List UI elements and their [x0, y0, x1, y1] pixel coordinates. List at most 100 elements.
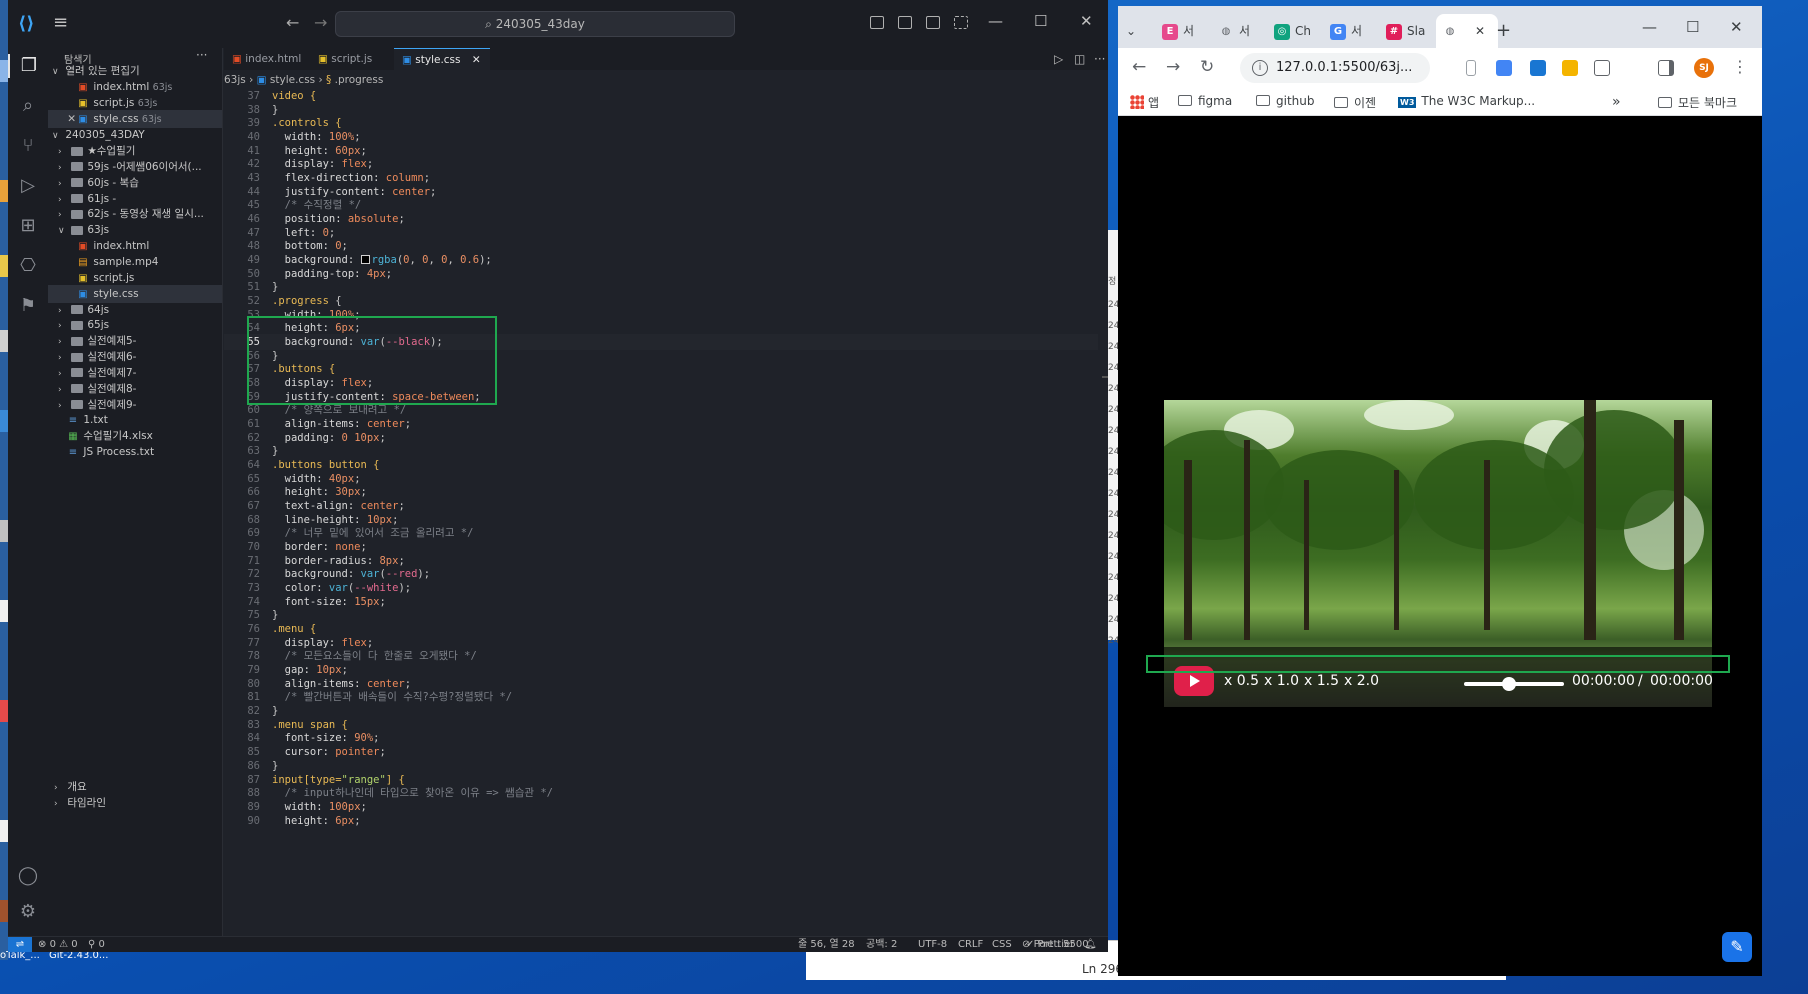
tab-index-html[interactable]: ▣ index.html [224, 48, 310, 70]
account-icon[interactable]: ◯ [16, 864, 40, 888]
settings-gear-icon[interactable]: ⚙ [16, 900, 40, 924]
desktop-icon[interactable] [0, 900, 8, 922]
timeline-section[interactable]: › 타임라인 [48, 794, 222, 812]
desktop-icon[interactable] [0, 520, 8, 542]
desktop-icon[interactable] [0, 600, 8, 622]
new-tab-icon[interactable]: + [1496, 14, 1516, 48]
toggle-panel-icon[interactable] [898, 16, 912, 29]
bookmark-figma[interactable]: figma [1178, 94, 1232, 108]
puzzle-extensions-icon[interactable] [1594, 60, 1610, 76]
reload-icon[interactable]: ↻ [1200, 57, 1214, 77]
more-actions-icon[interactable]: ··· [1094, 52, 1105, 66]
profile-avatar[interactable]: SJ [1694, 58, 1714, 78]
code-token: height: [272, 814, 336, 827]
code-token: --red [385, 568, 418, 581]
desktop-icon[interactable] [0, 60, 8, 82]
language-mode[interactable]: CSS [992, 937, 1012, 952]
toggle-secondary-sidebar-icon[interactable] [926, 16, 940, 29]
remote-indicator-icon[interactable]: ⇌ [8, 937, 32, 952]
end-of-line[interactable]: CRLF [958, 937, 983, 952]
minimize-icon[interactable]: — [988, 12, 1003, 30]
explorer-icon[interactable]: ❐ [8, 54, 48, 78]
bookmark-github[interactable]: github [1256, 94, 1314, 108]
browser-tab[interactable]: # Sla [1380, 14, 1432, 48]
close-icon[interactable]: ✕ [1080, 12, 1093, 30]
editor-scrollbar[interactable] [1098, 88, 1108, 928]
notifications-icon[interactable]: 🔔︎ [1084, 937, 1097, 952]
more-bookmarks-icon[interactable]: » [1612, 94, 1621, 110]
close-tab-icon[interactable]: ✕ [1475, 24, 1485, 38]
remote-explorer-icon[interactable]: ⎔ [16, 254, 40, 278]
tab-label: index.html [245, 53, 302, 65]
close-icon[interactable]: ✕ [1730, 18, 1743, 36]
site-info-icon[interactable]: i [1252, 60, 1268, 76]
bookmark-w3c[interactable]: W3 The W3C Markup... [1398, 94, 1535, 108]
speed-2-0-button[interactable]: x 2.0 [1344, 673, 1379, 689]
encoding[interactable]: UTF-8 [918, 937, 947, 952]
breadcrumb-item[interactable]: 63js [224, 74, 246, 86]
file-item[interactable]: ≡ JS Process.txt [48, 443, 222, 461]
browser-tab[interactable]: ◍ ✕ [1436, 14, 1498, 48]
cursor-position[interactable]: 줄 56, 열 28 [798, 937, 855, 952]
browser-tab[interactable]: ◎ Ch [1268, 14, 1320, 48]
code-line[interactable]: 90 height: 6px; [224, 813, 360, 829]
code-token: rgba [371, 254, 397, 267]
forward-arrow-icon[interactable]: → [1166, 57, 1180, 77]
edit-pen-icon[interactable]: ✎ [1722, 932, 1752, 962]
maximize-icon[interactable]: ☐ [1034, 12, 1047, 30]
tab-search-icon[interactable]: ⌄ [1126, 14, 1148, 48]
search-icon[interactable]: ⌕ [16, 94, 40, 118]
js-file-icon: ▣ [318, 53, 328, 65]
ports-indicator[interactable]: ⚲ 0 [88, 937, 105, 952]
desktop-icon[interactable] [0, 180, 8, 202]
more-actions-icon[interactable]: ··· [196, 48, 207, 62]
browser-tab[interactable]: ◍ 서 [1212, 14, 1264, 48]
tab-script-js[interactable]: ▣ script.js [310, 48, 394, 70]
live-share-icon[interactable]: ⚑ [16, 294, 40, 318]
side-panel-icon[interactable] [1658, 60, 1674, 76]
breadcrumb-item[interactable]: style.css [270, 74, 315, 86]
desktop-icon[interactable] [0, 255, 8, 277]
maximize-icon[interactable]: ☐ [1686, 18, 1699, 36]
bookmark-ezen[interactable]: 이젠 [1334, 94, 1376, 111]
customize-layout-icon[interactable] [954, 16, 968, 29]
extension-icon[interactable] [1466, 60, 1476, 76]
problems-indicator[interactable]: ⊗ 0 ⚠ 0 [38, 937, 78, 952]
code-token: justify-content: [272, 185, 393, 198]
speed-1-0-button[interactable]: x 1.0 [1264, 673, 1299, 689]
back-arrow-icon[interactable]: ← [286, 13, 299, 32]
kebab-menu-icon[interactable]: ⋮ [1732, 57, 1748, 76]
browser-tab[interactable]: E서 [1156, 14, 1208, 48]
toggle-primary-sidebar-icon[interactable] [870, 16, 884, 29]
desktop-icon[interactable] [0, 700, 8, 722]
forward-arrow-icon[interactable]: → [314, 13, 327, 32]
bookmark-apps[interactable]: 앱 [1130, 94, 1159, 111]
extension-icon[interactable] [1530, 60, 1546, 76]
code-editor[interactable]: 37 video {38} 39 .controls {40 width: 100%;… [224, 88, 1104, 936]
run-debug-icon[interactable]: ▷ [16, 174, 40, 198]
indentation[interactable]: 공백: 2 [866, 937, 897, 952]
minimize-icon[interactable]: — [1642, 18, 1657, 36]
desktop-icon[interactable] [0, 330, 8, 352]
browser-tab[interactable]: G서 [1324, 14, 1376, 48]
speed-1-5-button[interactable]: x 1.5 [1304, 673, 1339, 689]
breadcrumb-item[interactable]: .progress [335, 74, 384, 86]
split-editor-icon[interactable]: ◫ [1074, 52, 1085, 66]
command-center-search[interactable]: ⌕ 240305_43day [335, 11, 735, 37]
desktop-icon[interactable] [0, 410, 8, 432]
menu-icon[interactable]: ≡ [53, 12, 68, 33]
address-bar[interactable]: i 127.0.0.1:5500/63j... ☆ [1240, 53, 1544, 83]
tab-style-css[interactable]: ▣ style.css ✕ [394, 48, 490, 70]
extension-icon[interactable] [1562, 60, 1578, 76]
desktop-icon[interactable] [0, 820, 8, 842]
close-tab-icon[interactable]: ✕ [472, 54, 481, 66]
all-bookmarks[interactable]: 모든 북마크 [1658, 94, 1737, 111]
run-icon[interactable]: ▷ [1054, 52, 1063, 66]
speed-0-5-button[interactable]: x 0.5 [1224, 673, 1259, 689]
back-arrow-icon[interactable]: ← [1132, 57, 1146, 77]
volume-slider-thumb[interactable] [1502, 677, 1516, 691]
extensions-icon[interactable]: ⊞ [16, 214, 40, 238]
prettier-status[interactable]: ✓ Prettier [1026, 937, 1074, 952]
source-control-icon[interactable]: ⑂ [16, 134, 40, 158]
extension-icon[interactable] [1496, 60, 1512, 76]
